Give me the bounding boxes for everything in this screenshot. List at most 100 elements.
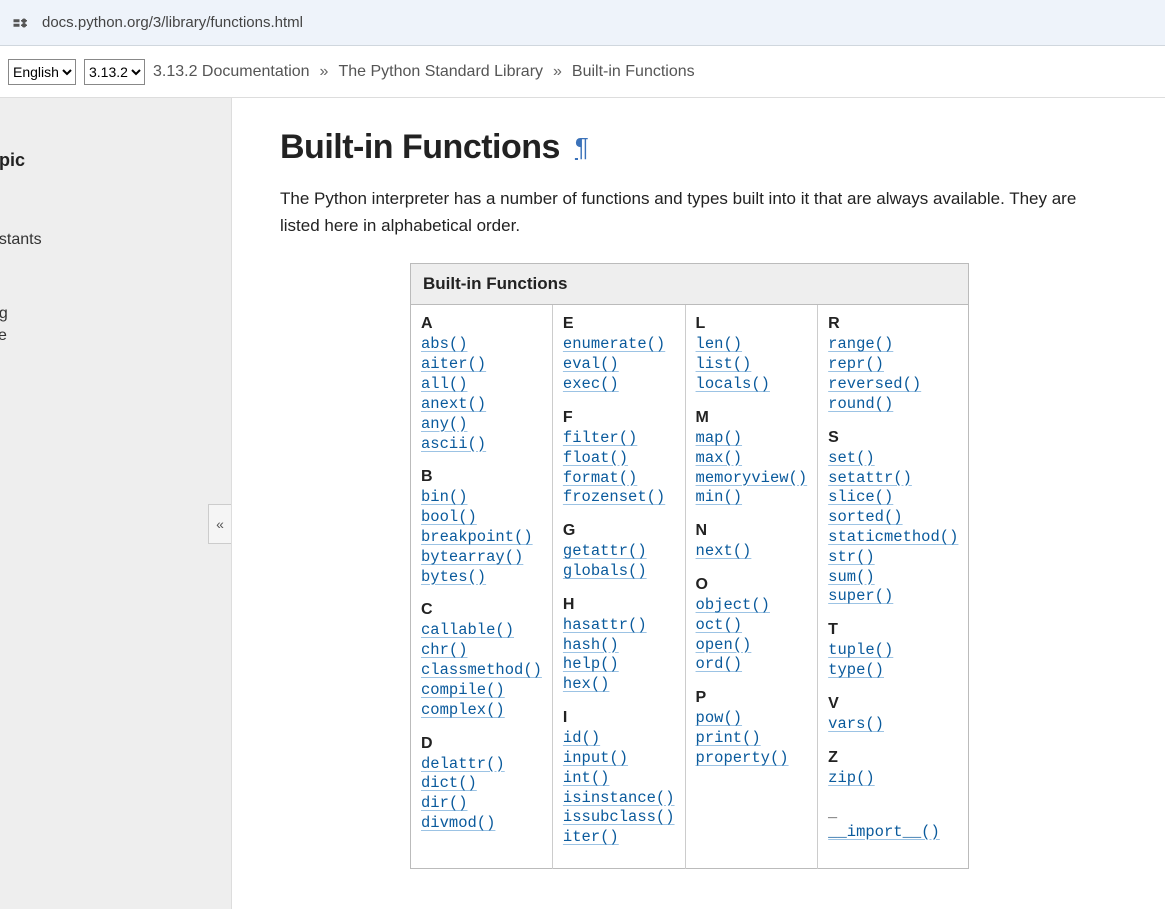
function-link[interactable]: enumerate() — [563, 335, 675, 355]
breadcrumb-sep: » — [553, 63, 562, 81]
sidebar-item[interactable]: ce — [0, 325, 221, 347]
sidebar-item[interactable]: ug — [0, 303, 221, 325]
function-link[interactable]: classmethod() — [421, 661, 542, 681]
function-link[interactable]: map() — [696, 429, 808, 449]
function-link[interactable]: bytearray() — [421, 548, 542, 568]
function-link[interactable]: super() — [828, 587, 958, 607]
letter-heading: C — [421, 601, 542, 619]
function-link[interactable]: getattr() — [563, 542, 675, 562]
function-link[interactable]: input() — [563, 749, 675, 769]
function-link[interactable]: hash() — [563, 636, 675, 656]
function-link[interactable]: bytes() — [421, 568, 542, 588]
headerlink-icon[interactable]: ¶ — [575, 132, 588, 162]
function-link[interactable]: tuple() — [828, 641, 958, 661]
function-link[interactable]: pow() — [696, 709, 808, 729]
breadcrumb-current: Built-in Functions — [572, 63, 695, 81]
function-link[interactable]: complex() — [421, 701, 542, 721]
function-link[interactable]: chr() — [421, 641, 542, 661]
site-settings-icon[interactable] — [10, 12, 32, 34]
function-link[interactable]: breakpoint() — [421, 528, 542, 548]
function-link[interactable]: abs() — [421, 335, 542, 355]
sidebar-item[interactable]: nstants — [0, 229, 221, 251]
function-link[interactable]: property() — [696, 749, 808, 769]
function-link[interactable]: help() — [563, 655, 675, 675]
letter-group: Rrange()repr()reversed()round() — [828, 315, 958, 414]
function-link[interactable]: range() — [828, 335, 958, 355]
function-link[interactable]: sum() — [828, 568, 958, 588]
function-link[interactable]: compile() — [421, 681, 542, 701]
function-link[interactable]: ascii() — [421, 435, 542, 455]
function-link[interactable]: iter() — [563, 828, 675, 848]
function-link[interactable]: print() — [696, 729, 808, 749]
function-link[interactable]: locals() — [696, 375, 808, 395]
letter-heading: F — [563, 409, 675, 427]
letter-group: Eenumerate()eval()exec() — [563, 315, 675, 394]
function-link[interactable]: float() — [563, 449, 675, 469]
letter-heading: G — [563, 522, 675, 540]
function-link[interactable]: len() — [696, 335, 808, 355]
function-link[interactable]: hasattr() — [563, 616, 675, 636]
letter-group: Aabs()aiter()all()anext()any()ascii() — [421, 315, 542, 454]
page-title: Built-in Functions ¶ — [280, 128, 1112, 167]
function-link[interactable]: vars() — [828, 715, 958, 735]
function-link[interactable]: set() — [828, 449, 958, 469]
function-link[interactable]: reversed() — [828, 375, 958, 395]
letter-heading: V — [828, 695, 958, 713]
function-link[interactable]: min() — [696, 488, 808, 508]
function-link[interactable]: str() — [828, 548, 958, 568]
function-link[interactable]: format() — [563, 469, 675, 489]
function-link[interactable]: delattr() — [421, 755, 542, 775]
function-link[interactable]: memoryview() — [696, 469, 808, 489]
function-link[interactable]: sorted() — [828, 508, 958, 528]
function-link[interactable]: type() — [828, 661, 958, 681]
function-link[interactable]: oct() — [696, 616, 808, 636]
function-link[interactable]: int() — [563, 769, 675, 789]
function-link[interactable]: object() — [696, 596, 808, 616]
function-link[interactable]: next() — [696, 542, 808, 562]
function-link[interactable]: globals() — [563, 562, 675, 582]
function-link[interactable]: open() — [696, 636, 808, 656]
function-link[interactable]: divmod() — [421, 814, 542, 834]
url-text[interactable]: docs.python.org/3/library/functions.html — [42, 14, 303, 31]
function-link[interactable]: hex() — [563, 675, 675, 695]
table-column: Eenumerate()eval()exec() Ffilter()float()… — [552, 305, 685, 869]
function-link[interactable]: staticmethod() — [828, 528, 958, 548]
function-link[interactable]: filter() — [563, 429, 675, 449]
function-link[interactable]: max() — [696, 449, 808, 469]
function-link[interactable]: aiter() — [421, 355, 542, 375]
function-link[interactable]: dir() — [421, 794, 542, 814]
function-link[interactable]: all() — [421, 375, 542, 395]
breadcrumb-doc-root[interactable]: 3.13.2 Documentation — [153, 63, 310, 81]
builtin-functions-table: Built-in Functions Aabs()aiter()all()ane… — [410, 263, 969, 869]
language-select[interactable]: English — [8, 59, 76, 85]
sidebar-item[interactable]: n — [0, 177, 221, 199]
function-link[interactable]: repr() — [828, 355, 958, 375]
table-column: Aabs()aiter()all()anext()any()ascii()Bbi… — [411, 305, 553, 869]
function-link[interactable]: bin() — [421, 488, 542, 508]
function-link[interactable]: bool() — [421, 508, 542, 528]
version-select[interactable]: 3.13.2 — [84, 59, 145, 85]
function-link[interactable]: zip() — [828, 769, 958, 789]
function-link[interactable]: id() — [563, 729, 675, 749]
function-link[interactable]: list() — [696, 355, 808, 375]
sidebar-collapse-button[interactable]: « — [208, 504, 232, 544]
function-link[interactable]: callable() — [421, 621, 542, 641]
function-link[interactable]: slice() — [828, 488, 958, 508]
function-link[interactable]: ord() — [696, 655, 808, 675]
function-link[interactable]: eval() — [563, 355, 675, 375]
function-link[interactable]: isinstance() — [563, 789, 675, 809]
function-link[interactable]: round() — [828, 395, 958, 415]
function-link[interactable]: exec() — [563, 375, 675, 395]
function-link[interactable]: issubclass() — [563, 808, 675, 828]
function-link[interactable]: frozenset() — [563, 488, 675, 508]
letter-heading: D — [421, 735, 542, 753]
sidebar-item[interactable]: e — [0, 281, 221, 303]
function-link[interactable]: anext() — [421, 395, 542, 415]
function-link[interactable]: setattr() — [828, 469, 958, 489]
function-link[interactable]: dict() — [421, 774, 542, 794]
letter-group: Hhasattr()hash()help()hex() — [563, 596, 675, 695]
letter-heading: S — [828, 429, 958, 447]
breadcrumb-stdlib[interactable]: The Python Standard Library — [338, 63, 543, 81]
function-link[interactable]: any() — [421, 415, 542, 435]
function-link[interactable]: __import__() — [828, 823, 958, 843]
